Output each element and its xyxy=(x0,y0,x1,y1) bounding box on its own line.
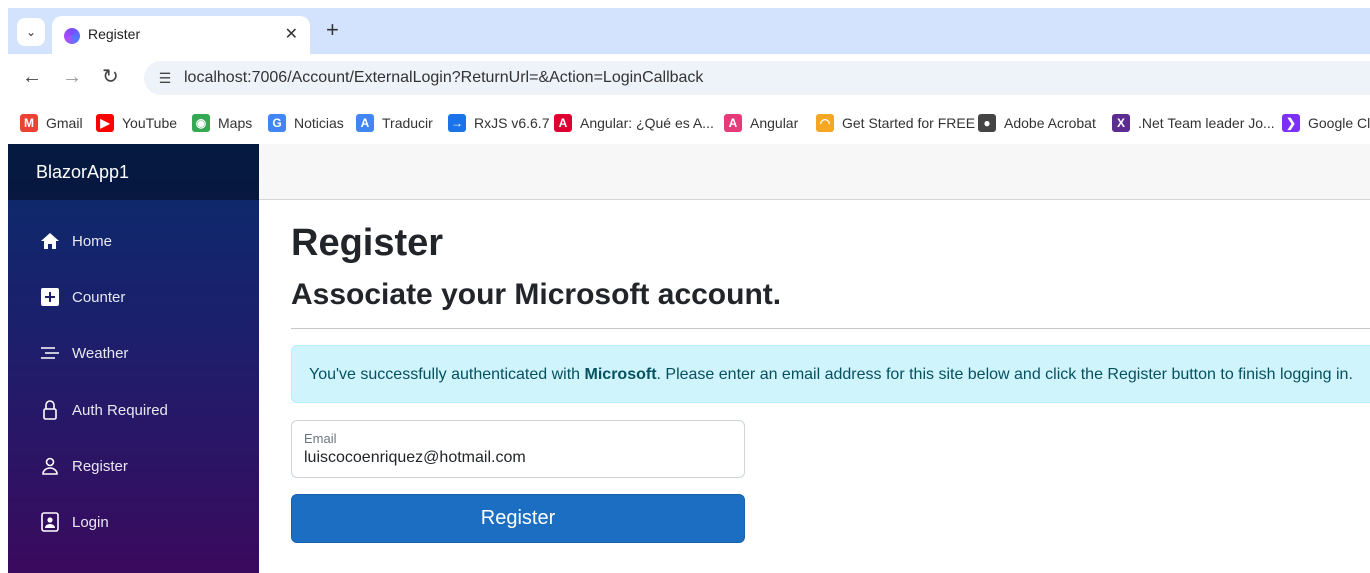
page-title: Register xyxy=(291,222,444,264)
nav-item-weather[interactable]: Weather xyxy=(8,331,259,375)
brand-bar: BlazorApp1 xyxy=(8,144,259,200)
rxjs-icon: → xyxy=(448,114,466,132)
site-info-icon[interactable]: ☰ xyxy=(154,67,176,89)
alert-prefix: You've successfully authenticated with xyxy=(309,366,585,383)
list-icon xyxy=(41,347,59,359)
nav-label: Auth Required xyxy=(72,402,168,419)
bookmark-label: Traducir xyxy=(382,115,433,131)
browser-chrome: ⌄ Register ✕ + ← → ↻ ☰ localhost:7006/Ac… xyxy=(8,8,1370,144)
divider xyxy=(291,328,1370,329)
url-text: localhost:7006/Account/ExternalLogin?Ret… xyxy=(184,69,704,86)
plus-square-icon xyxy=(41,288,59,306)
email-field[interactable]: Email xyxy=(291,420,745,478)
reload-icon[interactable]: ↻ xyxy=(102,65,119,89)
person-icon xyxy=(42,457,58,475)
angular-icon: A xyxy=(724,114,742,132)
tab-register[interactable]: Register ✕ xyxy=(52,16,310,54)
main-content: Register Associate your Microsoft accoun… xyxy=(259,200,1370,573)
alert-provider: Microsoft xyxy=(584,366,657,383)
bookmark-label: Gmail xyxy=(46,115,83,131)
bookmark-item[interactable]: M Gmail xyxy=(20,112,83,134)
bookmark-label: Angular: ¿Qué es A... xyxy=(580,115,714,131)
nav-item-counter[interactable]: Counter xyxy=(8,275,259,319)
forward-icon[interactable]: → xyxy=(62,65,82,89)
bookmark-label: YouTube xyxy=(122,115,178,131)
bookmark-item[interactable]: ❯ Google Cl xyxy=(1282,112,1370,134)
email-label: Email xyxy=(304,431,337,446)
top-row xyxy=(259,144,1370,200)
translate-icon: A xyxy=(356,114,374,132)
bookmark-item[interactable]: → RxJS v6.6.7 xyxy=(448,112,549,134)
tab-search-button[interactable]: ⌄ xyxy=(17,18,45,46)
nav-item-auth-required[interactable]: Auth Required xyxy=(8,388,259,432)
angular-icon: A xyxy=(554,114,572,132)
maps-icon: ◉ xyxy=(192,114,210,132)
nav-label: Home xyxy=(72,233,113,250)
dotnet-icon: X xyxy=(1112,114,1130,132)
home-icon xyxy=(41,233,59,249)
email-input[interactable] xyxy=(304,449,724,467)
bookmark-label: RxJS v6.6.7 xyxy=(474,115,550,131)
bookmark-label: Angular xyxy=(750,115,799,131)
nav-item-register[interactable]: Register xyxy=(8,444,259,488)
bookmark-label: Get Started for FREE xyxy=(842,115,976,131)
browser-toolbar: ← → ↻ ☰ localhost:7006/Account/ExternalL… xyxy=(8,54,1370,102)
google-icon: G xyxy=(268,114,286,132)
bookmarks-bar: M Gmail ▶ YouTube ◉ Maps G Noticias A Traducir → Rx… xyxy=(8,102,1370,144)
bookmark-item[interactable]: ▶ YouTube xyxy=(96,112,177,134)
bookmark-item[interactable]: X .Net Team leader Jo... xyxy=(1112,112,1275,134)
bookmark-label: Maps xyxy=(218,115,253,131)
nav-label: Register xyxy=(72,458,128,475)
browser-window: ⌄ Register ✕ + ← → ↻ ☰ localhost:7006/Ac… xyxy=(0,0,1370,573)
nav-label: Weather xyxy=(72,345,129,362)
youtube-icon: ▶ xyxy=(96,114,114,132)
close-tab-icon[interactable]: ✕ xyxy=(285,24,298,44)
bookmark-item[interactable]: A Traducir xyxy=(356,112,433,134)
bookmark-item[interactable]: A Angular xyxy=(724,112,798,134)
alert-message: You've successfully authenticated with M… xyxy=(309,366,1353,384)
nav-item-home[interactable]: Home xyxy=(8,219,259,263)
person-badge-icon xyxy=(41,512,59,532)
bookmark-label: Adobe Acrobat xyxy=(1004,115,1096,131)
bookmark-item[interactable]: A Angular: ¿Qué es A... xyxy=(554,112,714,134)
address-bar[interactable]: ☰ localhost:7006/Account/ExternalLogin?R… xyxy=(144,61,1370,95)
back-icon[interactable]: ← xyxy=(22,65,42,89)
bookmark-label: Google Cl xyxy=(1308,115,1370,131)
blazor-favicon-icon xyxy=(64,28,80,44)
bookmark-item[interactable]: ● Adobe Acrobat xyxy=(978,112,1096,134)
chevron-icon: ❯ xyxy=(1282,114,1300,132)
chevron-down-icon: ⌄ xyxy=(25,25,37,39)
tab-strip: ⌄ Register ✕ + xyxy=(8,8,1370,54)
nav-item-login[interactable]: Login xyxy=(8,500,259,544)
rainbow-icon: ◠ xyxy=(816,114,834,132)
page-subtitle: Associate your Microsoft account. xyxy=(291,278,782,311)
bookmark-label: Noticias xyxy=(294,115,344,131)
bookmark-label: .Net Team leader Jo... xyxy=(1138,115,1275,131)
new-tab-button[interactable]: + xyxy=(326,18,339,42)
lock-icon xyxy=(43,400,57,420)
gmail-icon: M xyxy=(20,114,38,132)
alert-suffix: . Please enter an email address for this… xyxy=(656,366,1353,383)
nav-label: Counter xyxy=(72,289,126,306)
brand-name[interactable]: BlazorApp1 xyxy=(36,162,129,183)
bookmark-item[interactable]: ◠ Get Started for FREE xyxy=(816,112,975,134)
sidebar: BlazorApp1 Home Counter Weather Auth Req… xyxy=(8,144,259,573)
info-alert: You've successfully authenticated with M… xyxy=(291,345,1370,403)
acrobat-icon: ● xyxy=(978,114,996,132)
register-button[interactable]: Register xyxy=(291,494,745,543)
tab-title: Register xyxy=(88,26,141,42)
nav-label: Login xyxy=(72,514,109,531)
bookmark-item[interactable]: ◉ Maps xyxy=(192,112,252,134)
bookmark-item[interactable]: G Noticias xyxy=(268,112,344,134)
